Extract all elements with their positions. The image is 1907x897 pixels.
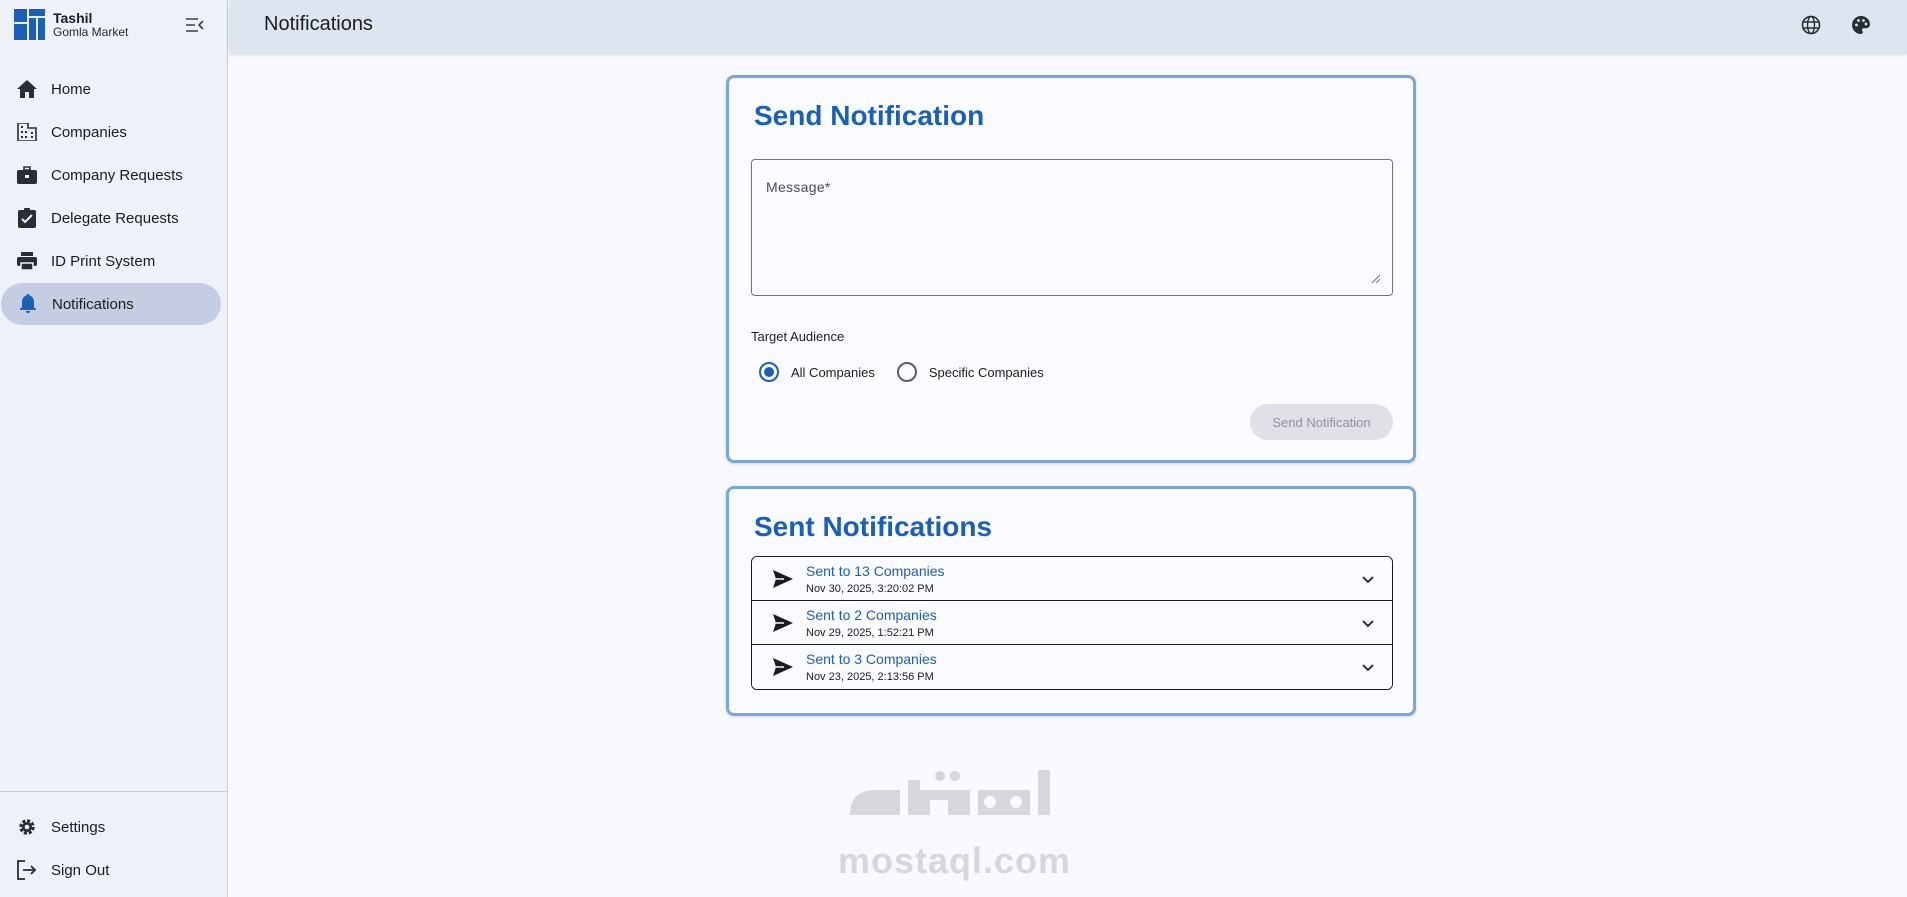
printer-icon: [16, 250, 38, 272]
send-notification-button[interactable]: Send Notification: [1250, 404, 1393, 440]
specific-companies-radio[interactable]: [896, 362, 917, 382]
palette-icon: [1852, 16, 1870, 34]
globe-icon: [1801, 15, 1821, 35]
message-label: Message*: [766, 179, 831, 195]
sidebar-nav: Home Companies Company Requests Delegate…: [0, 68, 228, 326]
clipboard-check-icon: [16, 207, 38, 229]
chevron-down-icon[interactable]: [1358, 657, 1378, 677]
sidebar-item-label: ID Print System: [51, 252, 156, 270]
sent-notifications-title: Sent Notifications: [754, 511, 993, 542]
target-audience-label: Target Audience: [751, 329, 845, 344]
sidebar: Tashil Gomla Market Home Companies Compa…: [0, 0, 228, 897]
all-companies-label[interactable]: All Companies: [791, 365, 875, 380]
sidebar-item-home[interactable]: Home: [0, 68, 222, 110]
notification-title: Sent to 13 Companies: [806, 563, 945, 579]
building-icon: [16, 121, 38, 143]
sidebar-item-label: Company Requests: [51, 166, 183, 184]
logout-icon: [16, 859, 38, 881]
notification-title: Sent to 2 Companies: [806, 607, 937, 623]
sidebar-item-companies[interactable]: Companies: [0, 111, 222, 153]
app-logo: [14, 9, 45, 40]
send-notification-title: Send Notification: [754, 100, 985, 131]
brand-title: Tashil: [53, 9, 93, 26]
sidebar-item-id-print-system[interactable]: ID Print System: [0, 240, 222, 282]
sidebar-item-label: Sign Out: [51, 861, 110, 879]
bell-icon: [17, 293, 39, 315]
theme-button[interactable]: [1849, 13, 1873, 37]
brand: Tashil Gomla Market: [14, 9, 128, 40]
list-item[interactable]: Sent to 3 Companies Nov 23, 2025, 2:13:5…: [752, 645, 1392, 689]
gear-icon: [16, 816, 38, 838]
sidebar-item-settings[interactable]: Settings: [0, 806, 222, 848]
mostaql-logo: [850, 770, 1050, 815]
chevron-down-icon[interactable]: [1358, 613, 1378, 633]
sidebar-item-company-requests[interactable]: Company Requests: [0, 154, 222, 196]
notification-date: Nov 30, 2025, 3:20:02 PM: [806, 583, 934, 595]
send-icon: [773, 570, 793, 588]
sidebar-item-label: Settings: [51, 818, 106, 836]
sidebar-item-label: Home: [51, 80, 92, 98]
chevron-down-icon[interactable]: [1358, 569, 1378, 589]
sent-notifications-card: Sent Notifications Sent to 13 Companies …: [726, 486, 1416, 716]
brand-subtitle: Gomla Market: [53, 24, 129, 39]
all-companies-radio[interactable]: [759, 362, 779, 382]
sidebar-item-label: Notifications: [52, 295, 134, 313]
list-item[interactable]: Sent to 2 Companies Nov 29, 2025, 1:52:2…: [752, 601, 1392, 645]
collapse-sidebar-button[interactable]: [184, 14, 206, 36]
top-bar: Notifications: [229, 0, 1907, 54]
sidebar-item-sign-out[interactable]: Sign Out: [0, 849, 222, 891]
target-audience-group: All Companies Specific Companies: [759, 362, 1066, 382]
send-icon: [773, 614, 793, 632]
page-title: Notifications: [264, 13, 373, 35]
sidebar-item-label: Delegate Requests: [51, 209, 179, 227]
resize-handle-icon[interactable]: [1371, 274, 1380, 283]
sidebar-bottom: Settings Sign Out: [0, 791, 228, 892]
home-icon: [16, 78, 38, 100]
briefcase-icon: [16, 164, 38, 186]
notification-date: Nov 23, 2025, 2:13:56 PM: [806, 671, 934, 683]
sidebar-item-delegate-requests[interactable]: Delegate Requests: [0, 197, 222, 239]
specific-companies-label[interactable]: Specific Companies: [929, 365, 1044, 380]
notification-date: Nov 29, 2025, 1:52:21 PM: [806, 627, 934, 639]
sidebar-item-notifications[interactable]: Notifications: [1, 283, 221, 325]
notification-title: Sent to 3 Companies: [806, 651, 937, 667]
watermark-text: mostaql.com: [838, 840, 1072, 881]
sent-notifications-list: Sent to 13 Companies Nov 30, 2025, 3:20:…: [751, 556, 1393, 690]
send-notification-card: Send Notification Message* Target Audien…: [726, 75, 1416, 463]
sidebar-item-label: Companies: [51, 123, 127, 141]
mostaql-watermark: mostaql.com: [830, 760, 1080, 881]
language-button[interactable]: [1799, 13, 1823, 37]
message-field[interactable]: Message*: [751, 159, 1393, 296]
send-icon: [773, 658, 793, 676]
list-item[interactable]: Sent to 13 Companies Nov 30, 2025, 3:20:…: [752, 557, 1392, 601]
menu-collapse-icon: [186, 18, 204, 32]
